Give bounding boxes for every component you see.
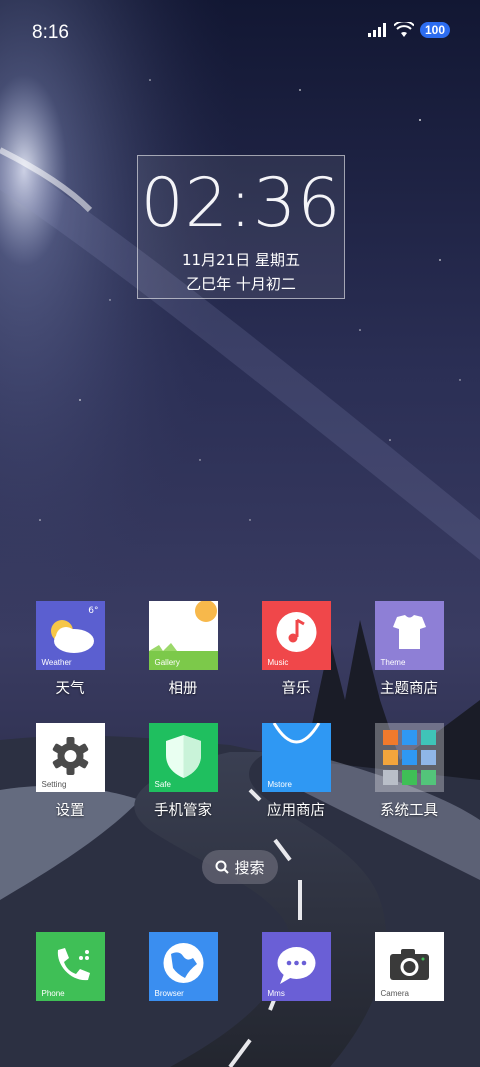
dock-camera[interactable]: Camera	[353, 932, 465, 1001]
app-system-tools-folder[interactable]: 系统工具	[353, 723, 465, 820]
search-icon	[215, 860, 230, 874]
app-app-store[interactable]: Mstore 应用商店	[240, 723, 352, 820]
wifi-icon	[393, 22, 414, 37]
app-settings[interactable]: Setting 设置	[14, 723, 126, 820]
signal-icon	[367, 23, 386, 37]
tile-label: Mms	[267, 989, 285, 998]
tile-label: Theme	[380, 658, 406, 667]
app-gallery[interactable]: Gallery 相册	[127, 601, 239, 698]
message-icon: Mms	[261, 932, 331, 1001]
dock-browser[interactable]: Browser	[127, 932, 239, 1001]
app-name: 手机管家	[154, 803, 212, 819]
battery-badge: 100	[419, 22, 450, 38]
dock-messages[interactable]: Mms	[240, 932, 352, 1001]
app-phone-manager[interactable]: Safe 手机管家	[127, 723, 239, 820]
app-name: 系统工具	[380, 803, 438, 819]
tile-label: Gallery	[154, 658, 180, 667]
app-name: 设置	[55, 803, 85, 819]
gallery-icon: Gallery	[148, 601, 218, 670]
tile-label: Music	[267, 658, 289, 667]
music-icon: Music	[261, 601, 331, 670]
app-name: 天气	[55, 681, 85, 697]
app-theme-store[interactable]: Theme 主题商店	[353, 601, 465, 698]
app-name: 音乐	[281, 681, 311, 697]
clock-time: 02:36	[140, 164, 342, 243]
phone-icon: Phone	[35, 932, 105, 1001]
dock-phone[interactable]: Phone	[14, 932, 126, 1001]
tile-label: Safe	[154, 780, 171, 789]
search-button[interactable]: 搜索	[202, 850, 278, 884]
app-name: 应用商店	[267, 803, 325, 819]
gear-icon: Setting	[35, 723, 105, 792]
weather-icon: 6° Weather	[35, 601, 105, 670]
camera-icon: Camera	[374, 932, 444, 1001]
weather-temp: 6°	[88, 606, 99, 616]
search-label: 搜索	[234, 858, 265, 877]
app-name: 相册	[168, 681, 198, 697]
tile-label: Browser	[154, 989, 184, 998]
clock-lunar-date: 乙巳年 十月初二	[186, 275, 296, 293]
tile-label: Mstore	[267, 780, 292, 789]
tile-label: Camera	[380, 989, 409, 998]
tile-label: Weather	[41, 658, 72, 667]
status-time: 8:16	[32, 22, 69, 43]
tile-label: Setting	[41, 780, 67, 789]
browser-icon: Browser	[148, 932, 218, 1001]
clock-date: 11月21日 星期五	[182, 251, 300, 269]
shield-icon: Safe	[148, 723, 218, 792]
theme-icon: Theme	[374, 601, 444, 670]
folder-icon	[374, 723, 444, 792]
app-weather[interactable]: 6° Weather 天气	[14, 601, 126, 698]
store-icon: Mstore	[261, 723, 331, 792]
app-name: 主题商店	[380, 681, 438, 697]
status-bar: 8:16 100	[0, 0, 480, 68]
app-music[interactable]: Music 音乐	[240, 601, 352, 698]
tile-label: Phone	[41, 989, 65, 998]
clock-widget[interactable]: 02:36 11月21日 星期五 乙巳年 十月初二	[137, 155, 345, 299]
